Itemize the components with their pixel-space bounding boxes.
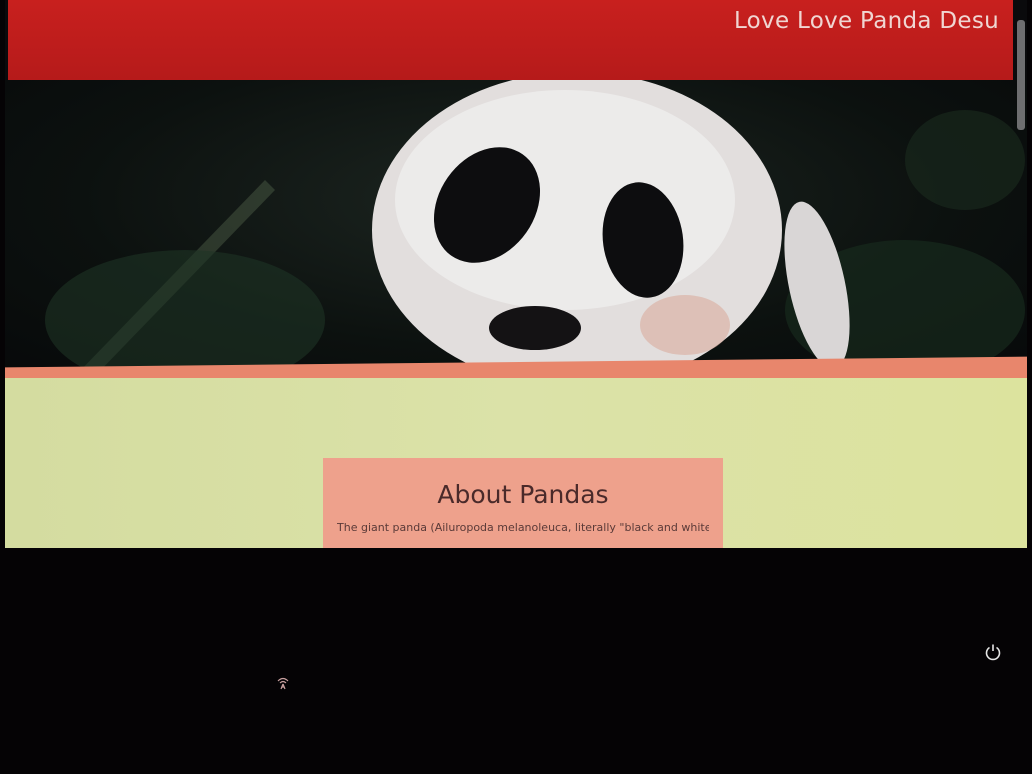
scrollbar[interactable] bbox=[1017, 20, 1025, 130]
site-title[interactable]: Love Love Panda Desu bbox=[734, 8, 999, 34]
about-title: About Pandas bbox=[437, 480, 609, 509]
panda-hero-image bbox=[45, 80, 1025, 376]
power-icon[interactable] bbox=[984, 643, 1002, 661]
monitor-screen: Love Love Panda Desu About Pandas The gi… bbox=[5, 0, 1027, 548]
site-header: Love Love Panda Desu bbox=[8, 0, 1013, 86]
about-card: About Pandas The giant panda (Ailuropoda… bbox=[323, 458, 723, 548]
about-text: The giant panda (Ailuropoda melanoleuca,… bbox=[337, 521, 709, 534]
wifi-icon bbox=[277, 677, 289, 690]
hero-banner bbox=[5, 80, 1027, 376]
content-section: About Pandas The giant panda (Ailuropoda… bbox=[5, 378, 1027, 548]
